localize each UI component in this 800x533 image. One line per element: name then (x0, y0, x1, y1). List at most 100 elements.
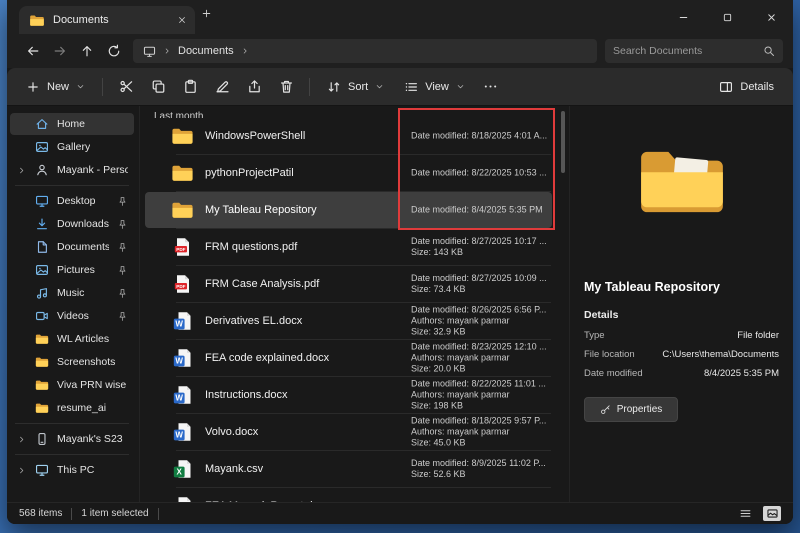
file-meta-line: Date modified: 8/4/2025 5:35 PM (411, 205, 548, 216)
folder-icon (35, 355, 49, 369)
sidebar-item-pictures[interactable]: Pictures (10, 259, 134, 281)
document-icon (35, 240, 49, 254)
new-tab-button[interactable] (201, 6, 227, 32)
search-input[interactable] (613, 45, 757, 57)
word-file-icon: W (171, 311, 194, 331)
file-row-fea-code-explained-docx[interactable]: WFEA code explained.docxDate modified: 8… (145, 340, 552, 376)
search-box[interactable] (605, 39, 783, 63)
explorer-tab-documents[interactable]: Documents (19, 6, 195, 34)
file-meta-line: Size: 32.9 KB (411, 327, 548, 338)
file-row-windowspowershell[interactable]: WindowsPowerShellDate modified: 8/18/202… (145, 118, 552, 154)
details-panel-icon (719, 80, 733, 94)
file-row-frm-questions-pdf[interactable]: PDFFRM questions.pdfDate modified: 8/27/… (145, 229, 552, 265)
new-button-label: New (47, 81, 69, 93)
sort-button[interactable]: Sort (318, 73, 393, 101)
file-meta-line: Date modified: 8/22/2025 11:01 ... (411, 379, 548, 390)
svg-text:W: W (175, 394, 183, 403)
maximize-icon (722, 12, 733, 23)
details-section-label: Details (570, 309, 793, 321)
refresh-icon (107, 44, 121, 58)
chevron-right-icon[interactable] (163, 47, 171, 55)
view-button[interactable]: View (395, 73, 474, 101)
chevron-right-icon[interactable] (17, 435, 26, 444)
file-name: WindowsPowerShell (205, 130, 305, 142)
share-button[interactable] (239, 73, 269, 101)
desktop-icon (35, 194, 49, 208)
details-preview (570, 146, 793, 218)
breadcrumb[interactable]: Documents (133, 39, 597, 63)
new-button[interactable]: New (17, 73, 94, 101)
details-toggle-button[interactable]: Details (710, 73, 783, 101)
copy-button[interactable] (143, 73, 173, 101)
file-row-pythonprojectpatil[interactable]: pythonProjectPatilDate modified: 8/22/20… (145, 155, 552, 191)
sidebar-item-viva-prn-wise-da[interactable]: Viva PRN wise Da (10, 374, 134, 396)
chevron-right-icon[interactable] (241, 47, 249, 55)
sidebar-item-this-pc[interactable]: This PC (10, 459, 134, 481)
up-button[interactable] (73, 38, 100, 64)
more-options-button[interactable] (476, 73, 506, 101)
details-row-file-location: File locationC:\Users\thema\Documents (570, 345, 793, 364)
vertical-scrollbar[interactable] (557, 106, 569, 502)
sidebar-item-mayank-s-s23[interactable]: Mayank's S23 (10, 428, 134, 450)
paste-button[interactable] (175, 73, 205, 101)
tab-close-icon[interactable] (177, 15, 187, 25)
close-button[interactable] (749, 0, 793, 34)
rename-button[interactable] (207, 73, 237, 101)
svg-text:PDF: PDF (176, 284, 185, 289)
chevron-right-icon[interactable] (17, 166, 26, 175)
sidebar-item-screenshots[interactable]: Screenshots (10, 351, 134, 373)
sidebar-item-home[interactable]: Home (10, 113, 134, 135)
items-count: 568 items (19, 508, 62, 519)
scrollbar-thumb[interactable] (561, 111, 565, 173)
minimize-button[interactable] (661, 0, 705, 34)
breadcrumb-item-documents[interactable]: Documents (178, 45, 234, 57)
group-header-last-month[interactable]: Last month (140, 106, 557, 118)
refresh-button[interactable] (100, 38, 127, 64)
sidebar-item-label: Desktop (57, 195, 96, 207)
sidebar-item-label: Downloads (57, 218, 109, 230)
sidebar-item-label: Screenshots (57, 356, 115, 368)
file-name: pythonProjectPatil (205, 167, 294, 179)
cut-button[interactable] (111, 73, 141, 101)
sidebar-item-documents[interactable]: Documents (10, 236, 134, 258)
sidebar-item-wl-articles[interactable]: WL Articles (10, 328, 134, 350)
properties-button-label: Properties (617, 404, 663, 415)
sidebar-item-music[interactable]: Music (10, 282, 134, 304)
sidebar-item-videos[interactable]: Videos (10, 305, 134, 327)
titlebar: Documents (7, 0, 793, 34)
delete-button[interactable] (271, 73, 301, 101)
file-row-frm-case-analysis-pdf[interactable]: PDFFRM Case Analysis.pdfDate modified: 8… (145, 266, 552, 302)
forward-button[interactable] (46, 38, 73, 64)
separator (15, 454, 129, 455)
sidebar-item-downloads[interactable]: Downloads (10, 213, 134, 235)
file-row-derivatives-el-docx[interactable]: WDerivatives EL.docxDate modified: 8/26/… (145, 303, 552, 339)
person-icon (35, 163, 49, 177)
maximize-button[interactable] (705, 0, 749, 34)
home-icon (35, 117, 49, 131)
details-row-type: TypeFile folder (570, 326, 793, 345)
pin-icon (117, 196, 128, 207)
file-row-my-tableau-repository[interactable]: My Tableau RepositoryDate modified: 8/4/… (145, 192, 552, 228)
sidebar-item-label: Music (57, 287, 84, 299)
sidebar-item-resume-ai[interactable]: resume_ai (10, 397, 134, 419)
list-view-toggle[interactable] (736, 506, 754, 521)
file-row-mayank-csv[interactable]: XMayank.csvDate modified: 8/9/2025 11:02… (145, 451, 552, 487)
video-icon (35, 309, 49, 323)
thumbnail-view-toggle[interactable] (763, 506, 781, 521)
properties-button[interactable]: Properties (584, 397, 678, 422)
chevron-right-icon[interactable] (17, 466, 26, 475)
svg-text:X: X (177, 468, 183, 477)
separator (309, 78, 310, 96)
pin-icon (117, 265, 128, 276)
picture-icon (35, 263, 49, 277)
file-row-fea-mayank-report-docx[interactable]: WFEA Mayank Report.docx (145, 488, 552, 502)
back-button[interactable] (19, 38, 46, 64)
file-name: FEA Mayank Report.docx (205, 500, 330, 502)
sidebar-item-desktop[interactable]: Desktop (10, 190, 134, 212)
sidebar-item-gallery[interactable]: Gallery (10, 136, 134, 158)
file-row-volvo-docx[interactable]: WVolvo.docxDate modified: 8/18/2025 9:57… (145, 414, 552, 450)
file-row-instructions-docx[interactable]: WInstructions.docxDate modified: 8/22/20… (145, 377, 552, 413)
clipboard-icon (183, 79, 198, 94)
sidebar-item-mayank-persona[interactable]: Mayank - Persona (10, 159, 134, 181)
sidebar-item-label: Mayank - Persona (57, 164, 128, 176)
